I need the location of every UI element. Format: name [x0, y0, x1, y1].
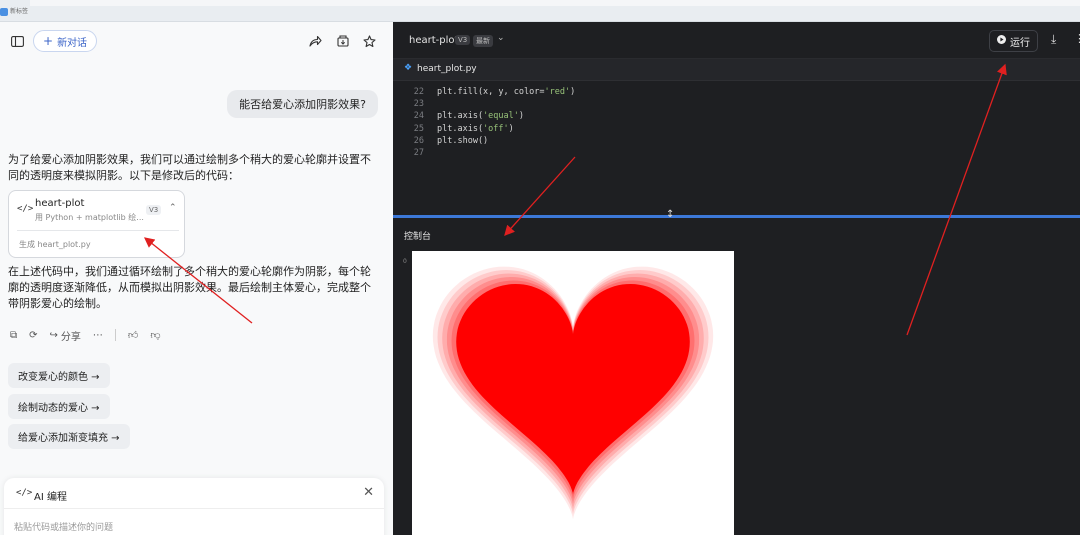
code-card-file: 生成 heart_plot.py [19, 240, 91, 249]
code-text: plt.show() [437, 135, 489, 146]
share-arrow-icon: ↪ [49, 329, 58, 341]
message-actions: ⧉ ⟳ ↪ 分享 ⋯ 👍︎ 👎︎ [10, 327, 161, 343]
heart-shape [456, 284, 690, 496]
code-artifact-card[interactable]: </> heart-plot 用 Python + matplotlib 绘..… [8, 190, 185, 258]
code-text: plt.axis('off') [437, 123, 514, 134]
browser-top-strip: 新标签 [0, 0, 1080, 22]
plus-icon: + [43, 34, 54, 48]
archive-icon[interactable] [333, 31, 353, 51]
code-icon: </> [16, 488, 33, 498]
more-icon[interactable]: ⋯ [93, 330, 103, 341]
star-icon[interactable] [359, 31, 379, 51]
file-tab-name: heart_plot.py [417, 64, 477, 74]
ai-input-placeholder[interactable]: 粘贴代码或描述你的问题 [14, 520, 113, 533]
chat-toolbar: + 新对话 [0, 22, 393, 60]
download-icon[interactable]: ⤓ [1051, 32, 1056, 47]
console-output-index: 0 [403, 258, 407, 265]
chevron-down-icon[interactable]: ⌄ [497, 33, 505, 43]
code-line: 22 plt.fill(x, y, color='red') [393, 87, 1080, 99]
ai-outro-text: 在上述代码中，我们通过循环绘制了多个稍大的爱心轮廓作为阴影，每个轮廓的透明度逐渐… [8, 265, 371, 310]
chat-panel: + 新对话 能否给爱心添加阴影效果? 为了给爱心添加阴影效果，我们可以通过绘制多… [0, 22, 393, 535]
regenerate-icon[interactable]: ⟳ [29, 330, 37, 341]
code-editor-panel: heart-plot V3 最新 ⌄ 运行 ⤓ ⋮ ❖ heart_plot.p… [393, 22, 1080, 535]
code-card-subtitle: 用 Python + matplotlib 绘... [35, 213, 144, 222]
chevron-up-icon[interactable]: ⌃ [169, 203, 177, 213]
app-icon [0, 8, 8, 16]
python-file-icon: ❖ [404, 63, 413, 73]
line-number: 23 [413, 99, 424, 110]
code-card-version: V3 [146, 205, 162, 215]
file-tab[interactable]: ❖ heart_plot.py [393, 59, 1080, 81]
new-chat-button[interactable]: + 新对话 [33, 30, 98, 52]
share-button[interactable]: ↪ 分享 [50, 328, 81, 343]
suggestion-1[interactable]: 改变爱心的颜色 → [8, 363, 110, 388]
new-chat-label: 新对话 [57, 37, 88, 49]
code-text: plt.fill(x, y, color='red') [437, 87, 576, 97]
editor-title: heart-plot [409, 35, 459, 46]
code-line: 27 [393, 148, 1080, 160]
plot-output [412, 251, 734, 535]
code-text: plt.axis('equal') [437, 111, 525, 122]
suggestion-3[interactable]: 给爱心添加渐变填充 → [8, 424, 130, 449]
tab-bar [30, 0, 1080, 6]
split-divider[interactable] [393, 215, 1080, 218]
ai-intro-text: 为了给爱心添加阴影效果，我们可以通过绘制多个稍大的爱心轮廓并设置不同的透明度来模… [8, 153, 371, 182]
share-label: 分享 [60, 331, 81, 343]
code-line: 26 plt.show() [393, 136, 1080, 148]
copy-icon[interactable]: ⧉ [10, 330, 17, 341]
code-line: 24 plt.axis('equal') [393, 111, 1080, 123]
line-number: 26 [413, 135, 424, 146]
ai-input-label: AI 编程 [34, 492, 67, 503]
code-card-title: heart-plot [35, 198, 85, 209]
latest-badge: 最新 [473, 35, 493, 47]
heart-plot-image [432, 266, 714, 520]
thumbs-down-icon[interactable]: 👎︎ [150, 329, 160, 341]
console-title: 控制台 [404, 232, 432, 242]
line-number: 25 [413, 123, 424, 134]
line-number: 24 [413, 111, 424, 122]
code-icon: </> [17, 204, 34, 214]
code-line: 25 plt.axis('off') [393, 124, 1080, 136]
code-line: 23 [393, 99, 1080, 111]
editor-header: heart-plot V3 最新 ⌄ 运行 ⤓ ⋮ [393, 22, 1080, 59]
ai-input-divider [4, 508, 384, 509]
sidebar-toggle-icon[interactable] [7, 31, 27, 51]
share-icon[interactable] [305, 31, 325, 51]
play-icon [997, 35, 1006, 47]
ai-input-panel: </> AI 编程 ✕ 粘贴代码或描述你的问题 [4, 478, 384, 535]
resize-handle-icon[interactable]: ↕ [666, 209, 674, 220]
app-name: 新标签 [10, 8, 29, 15]
thumbs-up-icon[interactable]: 👍︎ [128, 329, 138, 341]
line-number: 22 [413, 87, 424, 97]
close-icon[interactable]: ✕ [363, 485, 374, 500]
screen: 新标签 + 新对话 能否给爱心添加阴影效果? 为了给爱心添加阴影效果，我们可以通… [0, 0, 1080, 535]
actions-separator [114, 329, 116, 341]
more-icon[interactable]: ⋮ [1074, 32, 1080, 45]
version-badge: V3 [455, 35, 471, 45]
run-button[interactable]: 运行 [989, 30, 1038, 52]
run-label: 运行 [1010, 37, 1030, 49]
line-number: 27 [413, 148, 424, 158]
suggestion-2[interactable]: 绘制动态的爱心 → [8, 394, 110, 419]
user-message: 能否给爱心添加阴影效果? [227, 90, 378, 118]
code-card-divider [17, 230, 179, 231]
